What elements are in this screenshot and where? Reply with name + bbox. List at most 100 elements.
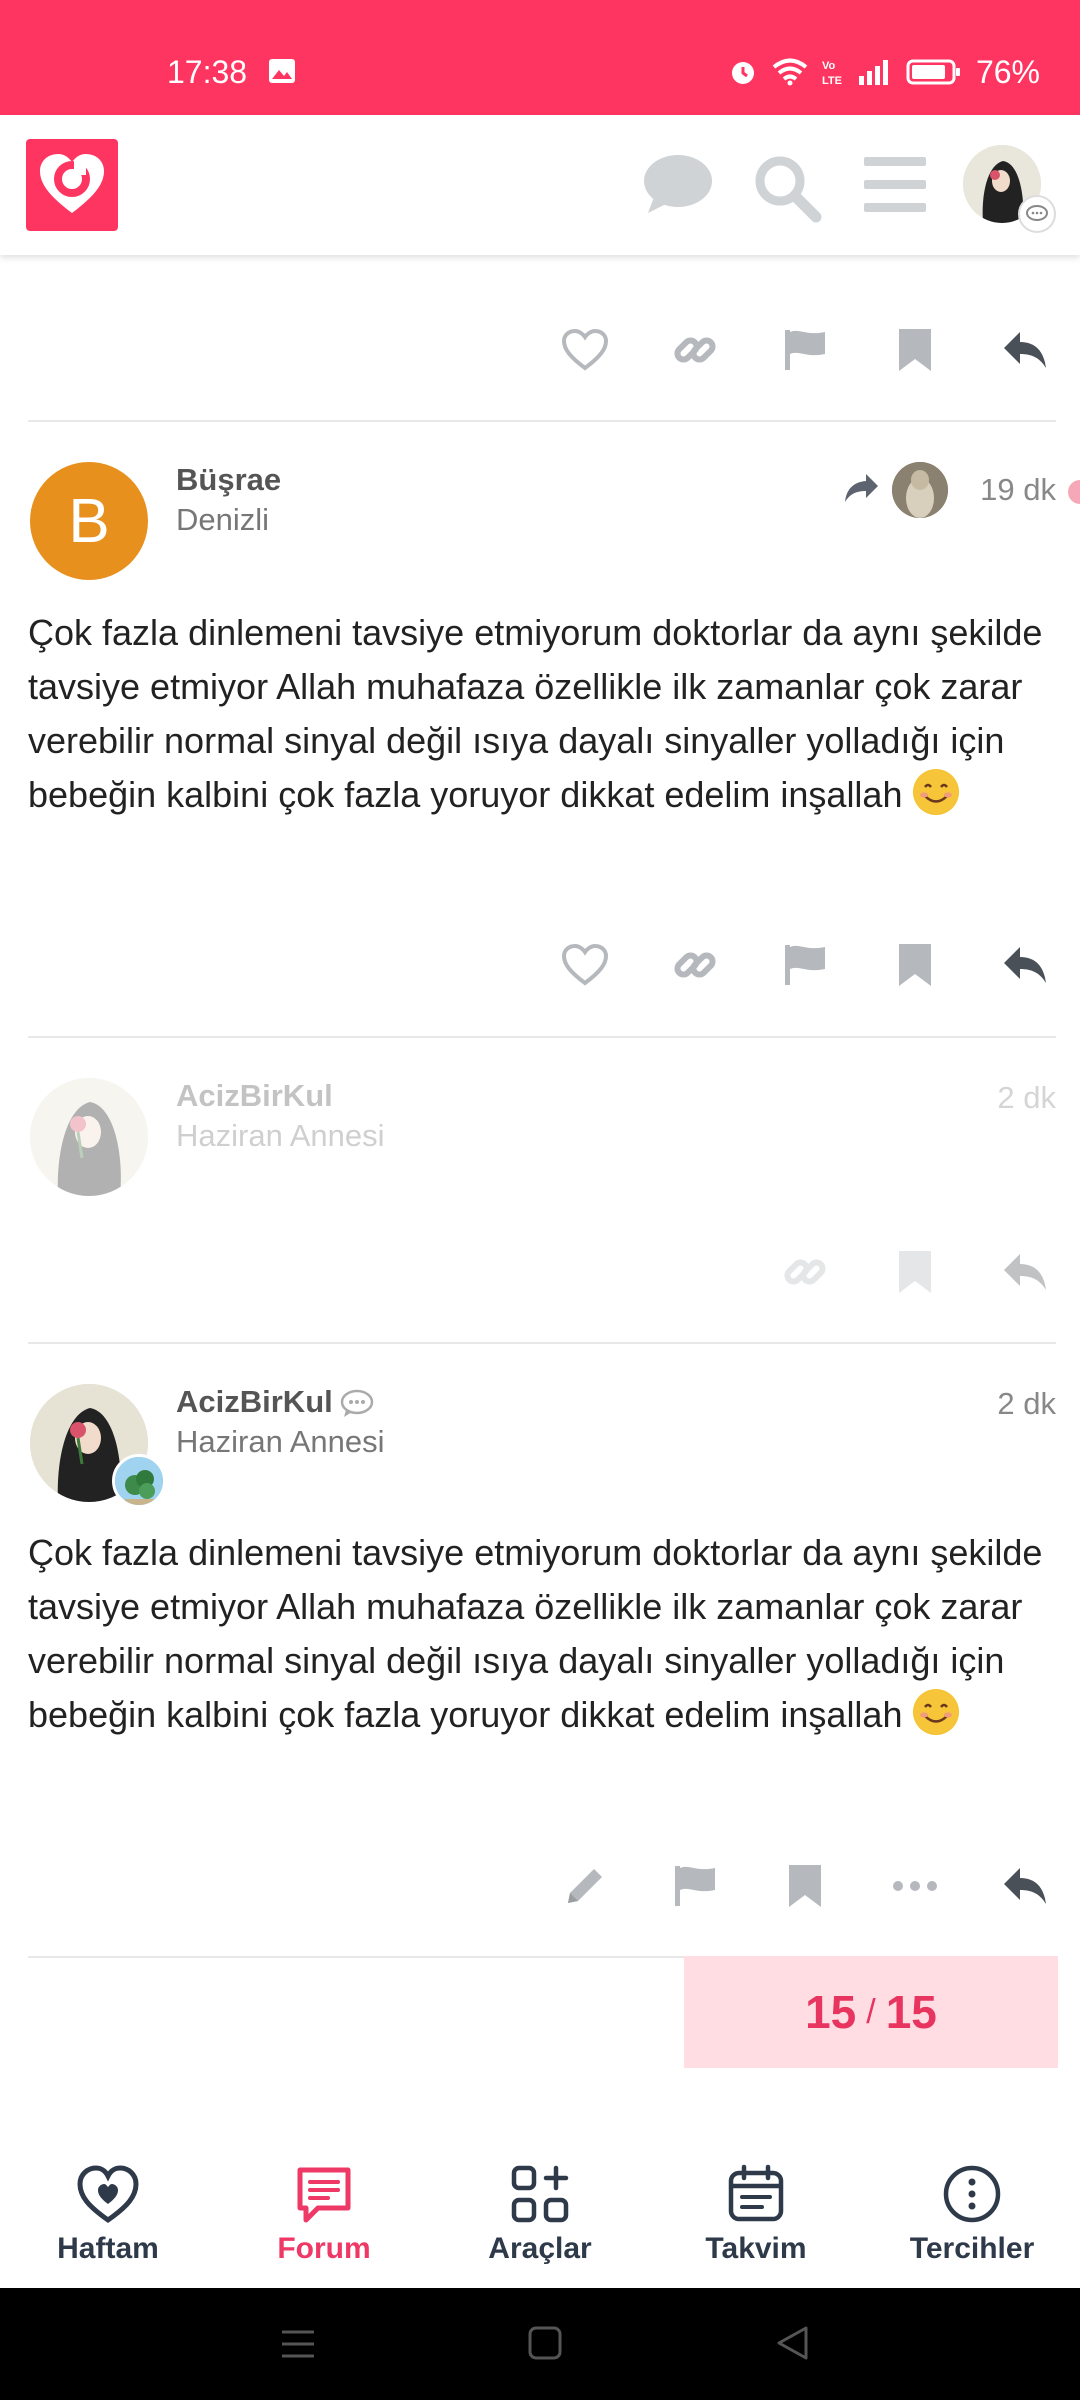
post-divider — [28, 1036, 1056, 1038]
home-icon[interactable] — [528, 2326, 562, 2360]
hijab-avatar-image — [30, 1078, 148, 1196]
avatar[interactable] — [30, 1078, 148, 1196]
post-divider — [28, 1342, 1056, 1344]
heart-icon — [77, 2165, 139, 2224]
bookmark-icon — [899, 944, 931, 986]
link-icon — [674, 952, 716, 978]
battery-percent: 76% — [975, 54, 1040, 90]
reply-button[interactable] — [970, 1846, 1080, 1926]
more-button[interactable] — [860, 1846, 970, 1926]
nav-item-takvim[interactable]: Takvim — [648, 2140, 864, 2288]
username[interactable]: AcizBirKul — [176, 1078, 333, 1114]
bookmark-button[interactable] — [860, 925, 970, 1005]
post-time[interactable]: 2 dk — [997, 1080, 1056, 1116]
gallery-notification-icon — [269, 59, 295, 83]
post-divider — [28, 420, 1056, 422]
bookmark-icon — [789, 1865, 821, 1907]
user-title: Denizli — [176, 502, 270, 537]
avatar[interactable]: B — [30, 462, 148, 580]
flag-button[interactable] — [750, 925, 860, 1005]
nav-item-araclar[interactable]: Araçlar — [432, 2140, 648, 2288]
heart-outline-icon — [562, 329, 608, 371]
link-button[interactable] — [750, 1232, 860, 1312]
bookmark-icon — [899, 329, 931, 371]
flag-icon — [785, 945, 825, 985]
svg-text:LTE: LTE — [822, 75, 842, 87]
link-icon — [784, 1259, 826, 1285]
post-body: Çok fazla dinlemeni tavsiye etmiyorum do… — [28, 1532, 1043, 1735]
menu-icon[interactable] — [864, 157, 926, 213]
nav-item-tercihler[interactable]: Tercihler — [864, 2140, 1080, 2288]
reply-icon — [1004, 947, 1046, 983]
unread-indicator — [1068, 480, 1080, 504]
recent-apps-icon[interactable] — [280, 2328, 316, 2360]
reply-icon — [1004, 1868, 1046, 1904]
progress-current: 15 — [805, 1986, 857, 2038]
status-time: 17:38 — [167, 54, 248, 90]
pencil-icon — [568, 1869, 602, 1903]
flair-badge-icon — [112, 1454, 166, 1508]
post-actions — [750, 1232, 1080, 1312]
app-header — [0, 115, 1080, 255]
nav-item-haftam[interactable]: Haftam — [0, 2140, 216, 2288]
post-time[interactable]: 2 dk — [997, 1386, 1056, 1422]
bookmark-icon — [899, 1251, 931, 1293]
heart-logo-icon — [40, 154, 104, 213]
bookmark-button[interactable] — [860, 310, 970, 390]
back-icon[interactable] — [776, 2326, 808, 2360]
more-icon — [943, 2165, 1001, 2223]
bookmark-button[interactable] — [750, 1846, 860, 1926]
svg-text:Vo: Vo — [822, 60, 836, 72]
chat-icon[interactable] — [642, 153, 714, 217]
username[interactable]: Büşrae — [176, 462, 281, 498]
edit-button[interactable] — [530, 1846, 640, 1926]
flag-icon — [675, 1866, 715, 1906]
reply-button[interactable] — [970, 1232, 1080, 1312]
alarm-icon — [731, 62, 754, 84]
smile-emoji-icon — [912, 1689, 959, 1735]
flag-button[interactable] — [640, 1846, 750, 1926]
user-title: Haziran Annesi — [176, 1424, 385, 1459]
nav-item-forum[interactable]: Forum — [216, 2140, 432, 2288]
status-bar: 17:38 Vo LTE 76% — [0, 0, 1080, 115]
bookmark-button[interactable] — [860, 1232, 970, 1312]
reply-icon — [1004, 332, 1046, 368]
bottom-navigation: Haftam Forum Araçlar Takvim Tercihler — [0, 2140, 1080, 2288]
post-body: Çok fazla dinlemeni tavsiye etmiyorum do… — [28, 612, 1043, 815]
reply-button[interactable] — [970, 925, 1080, 1005]
link-button[interactable] — [640, 310, 750, 390]
app-logo[interactable] — [26, 139, 118, 231]
chat-status-icon — [340, 1389, 374, 1417]
username[interactable]: AcizBirKul — [176, 1384, 333, 1420]
system-navigation-bar — [0, 2288, 1080, 2400]
topic-progress[interactable]: 15 / 15 — [684, 1956, 1058, 2068]
post-actions — [530, 310, 1080, 390]
smile-emoji-icon — [912, 769, 959, 815]
post-time[interactable]: 19 dk — [980, 472, 1056, 508]
forum-icon — [297, 2167, 351, 2223]
link-icon — [674, 337, 716, 363]
reply-to-avatar[interactable] — [892, 462, 948, 518]
progress-total: 15 — [885, 1986, 937, 2038]
heart-outline-icon — [562, 944, 608, 986]
flag-button[interactable] — [750, 310, 860, 390]
post-actions — [530, 925, 1080, 1005]
reply-to-icon[interactable] — [842, 472, 880, 504]
battery-icon — [906, 59, 960, 85]
link-button[interactable] — [640, 925, 750, 1005]
like-button[interactable] — [530, 310, 640, 390]
reply-icon — [1004, 1254, 1046, 1290]
flag-icon — [785, 330, 825, 370]
user-title: Haziran Annesi — [176, 1118, 385, 1153]
wifi-icon — [772, 58, 808, 86]
tools-icon — [511, 2165, 569, 2223]
ellipsis-icon — [893, 1881, 937, 1891]
volte-icon: Vo LTE — [822, 60, 842, 87]
like-button[interactable] — [530, 925, 640, 1005]
search-icon[interactable] — [752, 153, 822, 223]
reply-button[interactable] — [970, 310, 1080, 390]
post-actions — [530, 1846, 1080, 1926]
calendar-icon — [728, 2164, 784, 2222]
progress-separator: / — [866, 1992, 876, 2031]
chat-badge-icon — [1018, 195, 1056, 233]
